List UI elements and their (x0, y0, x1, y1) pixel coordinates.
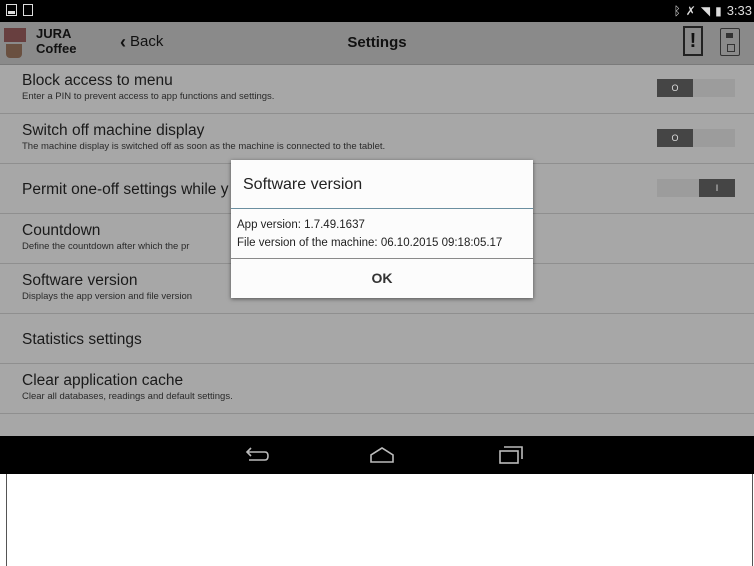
setting-subtitle: The machine display is switched off as s… (22, 141, 386, 152)
toggle-knob: O (657, 129, 693, 147)
setting-subtitle: Define the countdown after which the pr (22, 241, 190, 252)
setting-title: Statistics settings (22, 331, 142, 348)
status-bar: ᛒ ✗ ◥ ▮ 3:33 (0, 0, 754, 22)
back-icon[interactable] (243, 445, 269, 465)
toggle-knob: I (699, 179, 735, 197)
dialog-title: Software version (243, 176, 363, 193)
dialog-title-divider (231, 208, 533, 209)
setting-title: Switch off machine display (22, 122, 205, 139)
alert-icon[interactable]: ! (683, 26, 703, 56)
setting-subtitle: Displays the app version and file versio… (22, 291, 193, 302)
setting-title: Permit one-off settings while y (22, 181, 229, 198)
navigation-bar (0, 436, 754, 474)
switch-off-display-toggle[interactable]: O (657, 129, 735, 147)
page-border-right (752, 474, 753, 566)
status-time: 3:33 (726, 3, 752, 18)
notification-icon (6, 4, 17, 16)
setting-subtitle: Clear all databases, readings and defaul… (22, 391, 233, 402)
setting-block-access[interactable]: Block access to menu Enter a PIN to prev… (0, 64, 754, 114)
machine-icon[interactable] (720, 28, 740, 56)
file-version-text: File version of the machine: 06.10.2015 … (237, 237, 503, 249)
setting-clear-cache[interactable]: Clear application cache Clear all databa… (0, 364, 754, 414)
document-icon (23, 4, 33, 16)
setting-title: Software version (22, 272, 138, 289)
bluetooth-icon: ᛒ (673, 3, 681, 18)
page-title: Settings (347, 34, 407, 51)
app-version-text: App version: 1.7.49.1637 (237, 219, 365, 231)
setting-switch-off-display[interactable]: Switch off machine display The machine d… (0, 114, 754, 164)
permit-one-off-toggle[interactable]: I (657, 179, 735, 197)
wifi-icon: ◥ (700, 3, 711, 18)
tablet-screen: ᛒ ✗ ◥ ▮ 3:33 JURA Coffee ‹ Back Settings… (0, 0, 754, 474)
mute-icon: ✗ (685, 3, 696, 18)
toggle-knob: O (657, 79, 693, 97)
setting-statistics[interactable]: Statistics settings (0, 314, 754, 364)
home-icon[interactable] (369, 445, 395, 465)
software-version-dialog: Software version App version: 1.7.49.163… (231, 160, 533, 298)
recent-apps-icon[interactable] (497, 445, 523, 465)
ok-button[interactable]: OK (231, 259, 533, 296)
battery-icon: ▮ (715, 3, 722, 18)
setting-title: Clear application cache (22, 372, 184, 389)
action-bar: JURA Coffee ‹ Back Settings ! (0, 22, 754, 65)
setting-title: Block access to menu (22, 72, 173, 89)
setting-subtitle: Enter a PIN to prevent access to app fun… (22, 91, 275, 102)
setting-title: Countdown (22, 222, 101, 239)
block-access-toggle[interactable]: O (657, 79, 735, 97)
page-border-left (6, 474, 7, 566)
